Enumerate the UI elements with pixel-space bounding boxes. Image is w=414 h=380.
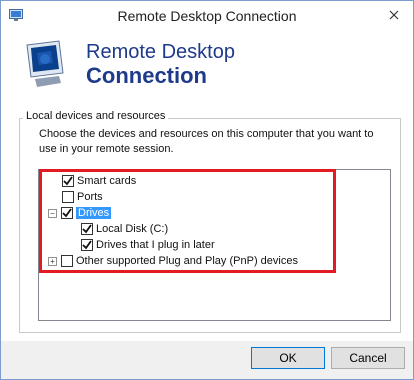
highlight-annotation xyxy=(39,169,336,273)
close-icon[interactable] xyxy=(383,5,405,25)
banner-title-line1: Remote Desktop xyxy=(86,41,235,63)
ok-button[interactable]: OK xyxy=(251,347,325,369)
title-bar[interactable]: Remote Desktop Connection xyxy=(1,1,413,31)
header-banner: Remote Desktop Connection xyxy=(1,31,413,99)
remote-desktop-logo-icon xyxy=(23,39,75,91)
group-description: Choose the devices and resources on this… xyxy=(39,128,374,155)
banner-title-line2: Connection xyxy=(86,63,207,88)
groupbox-legend: Local devices and resources xyxy=(23,110,169,122)
window-title: Remote Desktop Connection xyxy=(117,8,297,24)
dialog-window: Remote Desktop Connection Remote Desktop… xyxy=(0,0,414,380)
cancel-button[interactable]: Cancel xyxy=(331,347,405,369)
